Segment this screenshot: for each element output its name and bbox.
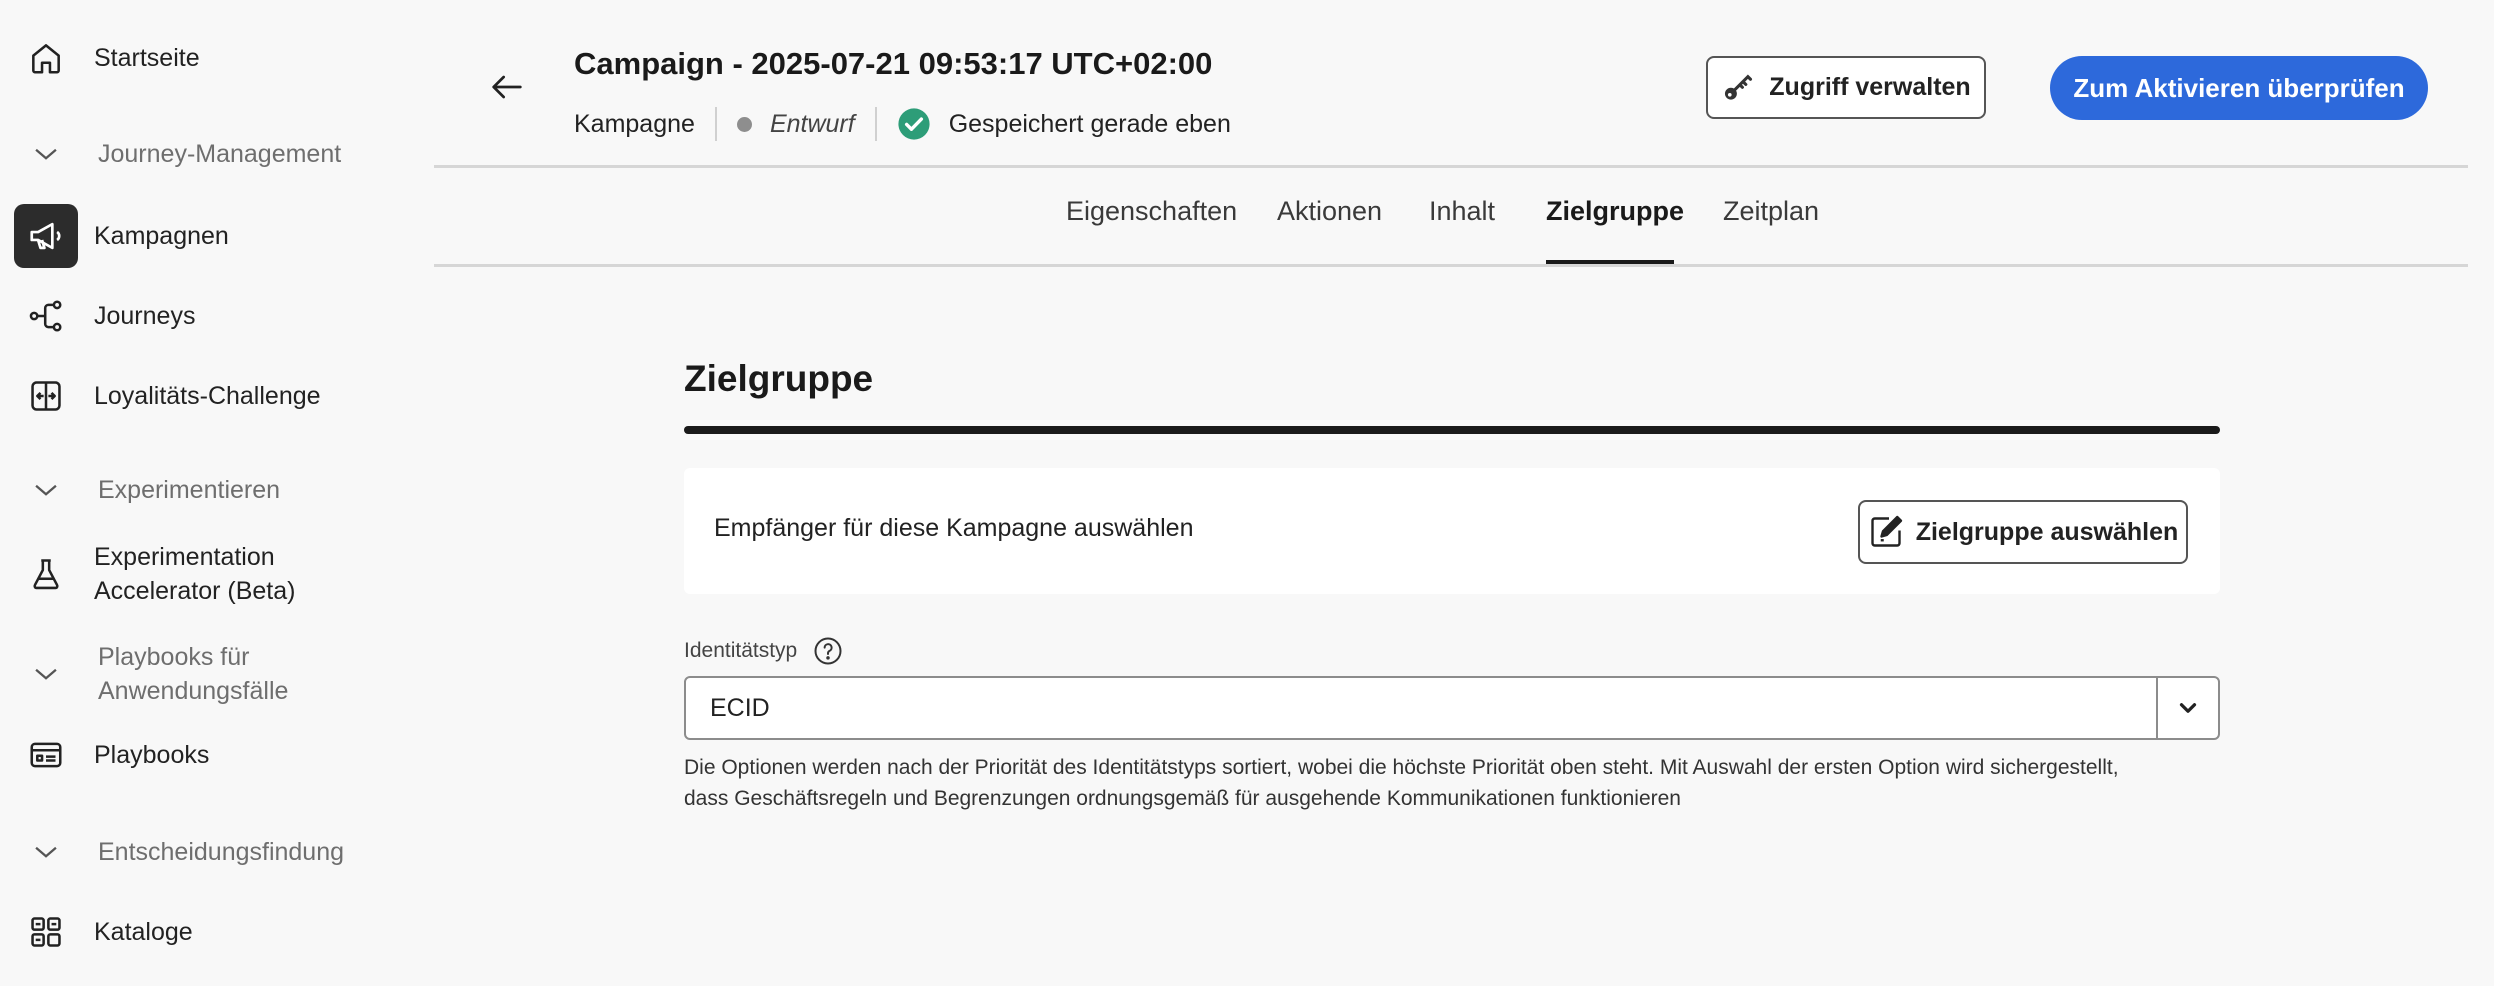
sidebar-item-label: Journeys xyxy=(94,302,196,330)
campaign-meta: Kampagne Entwurf Gespeichert gerade eben xyxy=(574,106,1231,142)
identity-type-help-text: Die Optionen werden nach der Priorität d… xyxy=(684,752,2204,814)
sidebar-item-experimentation-accelerator[interactable]: Experimentation Accelerator (Beta) xyxy=(14,540,404,608)
sidebar-item-label: Playbooks xyxy=(94,741,210,769)
tab-aktionen[interactable]: Aktionen xyxy=(1277,196,1382,227)
sidebar: Startseite Journey-Management Kampagnen … xyxy=(0,0,420,986)
identity-type-value[interactable]: ECID xyxy=(686,678,2156,738)
sidebar-section-label: Entscheidungsfindung xyxy=(98,838,345,866)
chevron-down-icon xyxy=(26,654,66,694)
sidebar-section-playbooks-usecases[interactable]: Playbooks für Anwendungsfälle xyxy=(26,640,406,708)
saved-status: Gespeichert gerade eben xyxy=(948,109,1231,138)
sidebar-item-loyalty-challenge[interactable]: Loyalitäts-Challenge xyxy=(14,364,404,428)
chevron-down-icon xyxy=(2179,703,2197,713)
identity-type-select[interactable]: ECID xyxy=(684,676,2220,740)
chevron-down-icon xyxy=(26,134,66,174)
tab-inhalt[interactable]: Inhalt xyxy=(1429,196,1495,227)
chevron-down-icon xyxy=(26,832,66,872)
audience-card: Empfänger für diese Kampagne auswählen Z… xyxy=(684,468,2220,594)
edit-icon xyxy=(1871,515,1902,547)
arrow-left-icon xyxy=(492,75,522,99)
help-icon[interactable] xyxy=(813,636,843,666)
heading-divider xyxy=(684,426,2220,434)
tab-zeitplan[interactable]: Zeitplan xyxy=(1723,196,1819,227)
header-divider xyxy=(434,165,2468,168)
sidebar-item-label: Experimentation Accelerator (Beta) xyxy=(94,540,295,608)
sidebar-item-journeys[interactable]: Journeys xyxy=(14,284,404,348)
playbook-icon xyxy=(14,723,78,787)
sidebar-item-playbooks[interactable]: Playbooks xyxy=(14,723,404,787)
identity-type-label-row: Identitätstyp xyxy=(684,636,843,666)
status-badge: Entwurf xyxy=(769,109,855,138)
section-heading: Zielgruppe xyxy=(684,358,874,399)
tabs-divider xyxy=(434,264,2468,267)
select-audience-label: Zielgruppe auswählen xyxy=(1915,517,2179,546)
sidebar-section-entscheidungsfindung[interactable]: Entscheidungsfindung xyxy=(26,832,406,872)
help-text-line: Die Optionen werden nach der Priorität d… xyxy=(684,756,2119,779)
journey-icon xyxy=(14,284,78,348)
manage-access-label: Zugriff verwalten xyxy=(1769,73,1971,101)
divider xyxy=(874,107,877,141)
challenge-icon xyxy=(14,364,78,428)
sidebar-section-journey-management[interactable]: Journey-Management xyxy=(26,134,406,174)
sidebar-section-label-line: Playbooks für xyxy=(98,643,250,671)
home-icon xyxy=(14,26,78,90)
sidebar-section-label: Playbooks für Anwendungsfälle xyxy=(98,640,288,708)
identity-type-dropdown-button[interactable] xyxy=(2156,678,2218,738)
sidebar-item-home[interactable]: Startseite xyxy=(14,26,404,90)
audience-card-text: Empfänger für diese Kampagne auswählen xyxy=(714,514,1194,542)
chevron-down-icon xyxy=(26,470,66,510)
identity-type-label: Identitätstyp xyxy=(684,639,798,662)
flask-icon xyxy=(14,542,78,606)
status-dot-icon xyxy=(736,116,752,132)
campaign-type: Kampagne xyxy=(574,109,695,138)
sidebar-item-label: Startseite xyxy=(94,44,200,72)
help-text-line: dass Geschäftsregeln und Begrenzungen or… xyxy=(684,787,1681,810)
manage-access-button[interactable]: Zugriff verwalten xyxy=(1706,56,1986,119)
sidebar-item-label-line: Accelerator (Beta) xyxy=(94,577,296,605)
sidebar-section-label: Journey-Management xyxy=(98,140,342,168)
sidebar-item-label: Kataloge xyxy=(94,918,193,946)
divider xyxy=(714,107,717,141)
back-button[interactable] xyxy=(482,62,532,112)
sidebar-item-label: Loyalitäts-Challenge xyxy=(94,382,321,410)
sidebar-section-experimentieren[interactable]: Experimentieren xyxy=(26,470,406,510)
page-title: Campaign - 2025-07-21 09:53:17 UTC+02:00 xyxy=(574,46,1213,81)
key-icon xyxy=(1725,73,1753,100)
tab-zielgruppe[interactable]: Zielgruppe xyxy=(1546,196,1684,227)
sidebar-item-label-line: Experimentation xyxy=(94,543,275,571)
sidebar-section-label: Experimentieren xyxy=(98,476,281,504)
check-circle-icon xyxy=(898,108,930,140)
tab-eigenschaften[interactable]: Eigenschaften xyxy=(1066,196,1237,227)
sidebar-section-label-line: Anwendungsfälle xyxy=(98,677,289,705)
catalog-icon xyxy=(14,900,78,964)
review-to-activate-button[interactable]: Zum Aktivieren überprüfen xyxy=(2050,56,2428,120)
select-audience-button[interactable]: Zielgruppe auswählen xyxy=(1858,500,2188,564)
review-to-activate-label: Zum Aktivieren überprüfen xyxy=(2073,72,2405,103)
sidebar-item-catalogs[interactable]: Kataloge xyxy=(14,900,404,964)
tab-bar: Eigenschaften Aktionen Inhalt Zielgruppe… xyxy=(0,196,2494,266)
